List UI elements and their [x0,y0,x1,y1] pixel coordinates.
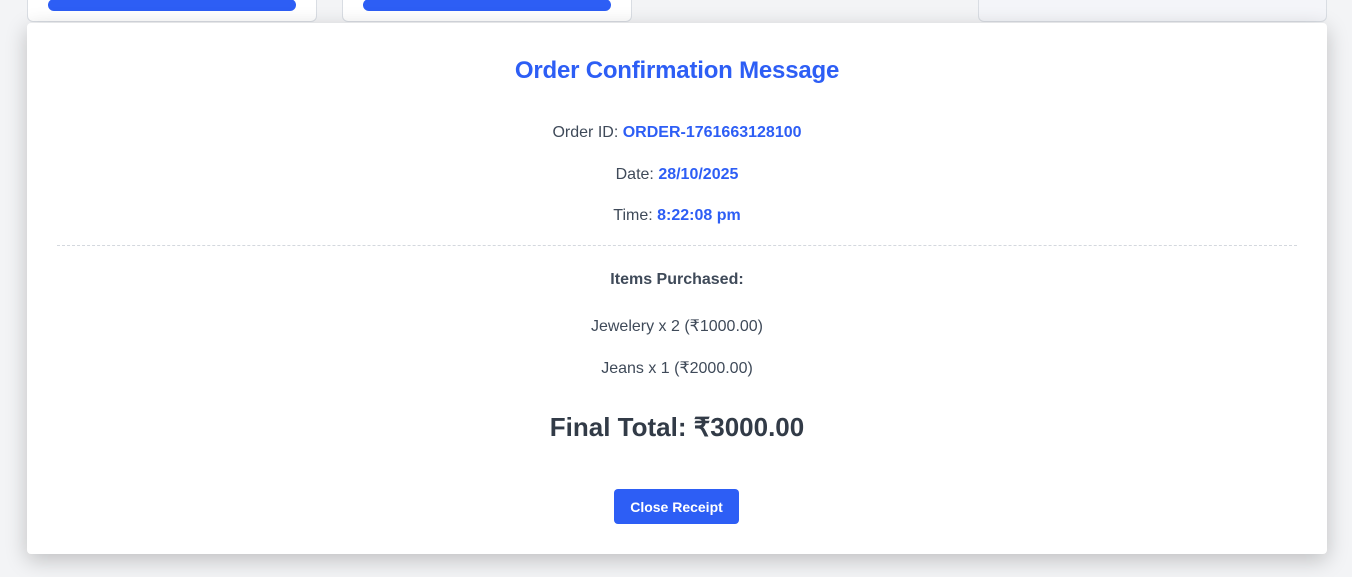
modal-title: Order Confirmation Message [514,57,840,84]
close-receipt-button[interactable]: Close Receipt [614,489,739,524]
cart-panel [978,0,1327,22]
order-id-value: ORDER-1761663128100 [622,124,802,141]
time-line: Time: 8:22:08 pm [27,207,1327,225]
final-total: Final Total: ₹3000.00 [549,412,805,442]
order-id-label: Order ID: [552,124,619,141]
receipt-modal: Order Confirmation Message Order ID: ORD… [27,23,1327,554]
add-to-cart-button[interactable] [363,0,611,11]
time-value: 8:22:08 pm [657,207,741,224]
items-heading: Items Purchased: [610,271,744,288]
product-card [342,0,632,22]
date-value: 28/10/2025 [658,166,739,183]
list-item: Jewelery x 2 (₹1000.00) [590,318,764,335]
time-label: Time: [613,207,653,224]
list-item: Jeans x 1 (₹2000.00) [601,360,753,377]
add-to-cart-button[interactable] [48,0,296,11]
date-label: Date: [615,166,654,183]
order-id-line: Order ID: ORDER-1761663128100 [27,124,1327,142]
product-card [27,0,317,22]
date-line: Date: 28/10/2025 [27,166,1327,184]
items-list: Jewelery x 2 (₹1000.00) Jeans x 1 (₹2000… [27,318,1327,402]
divider [57,245,1297,246]
